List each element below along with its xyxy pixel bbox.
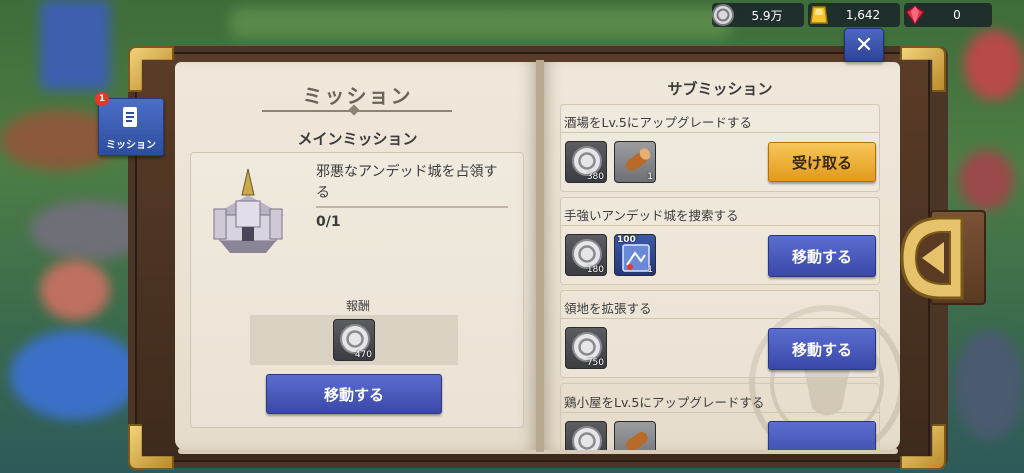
sub-mission-label: 領地を拡張する xyxy=(564,301,652,316)
main-mission-text: 邪悪なアンデッド城を占領する xyxy=(316,164,498,201)
map-reward-item[interactable]: 100 1 xyxy=(614,234,656,276)
background-decor xyxy=(230,8,730,38)
bookmark-label: ミッション xyxy=(106,140,156,151)
reward-count: 1 xyxy=(647,265,653,275)
reward-count: 1 xyxy=(647,172,653,182)
silver-reward-item[interactable]: 470 xyxy=(333,319,375,361)
card-divider xyxy=(560,412,880,413)
sub-mission-label: 酒場をLv.5にアップグレードする xyxy=(564,115,752,130)
sub-mission-heading: サブミッション xyxy=(667,80,773,98)
wood-log-icon xyxy=(625,431,648,450)
main-mission-heading: メインミッション xyxy=(297,130,418,148)
clasp-icon xyxy=(900,216,964,300)
background-decor xyxy=(40,0,110,90)
reward-count: 180 xyxy=(586,265,604,275)
go-button[interactable] xyxy=(768,421,876,450)
page-title: ミッション xyxy=(302,84,413,108)
silver-reward-item[interactable]: 380 xyxy=(565,141,607,183)
card-divider xyxy=(560,318,880,319)
reward-count: 380 xyxy=(586,172,604,182)
background-decor xyxy=(40,260,110,320)
reward-count: 470 xyxy=(354,350,372,360)
sub-mission-clip: 鶏小屋をLv.5にアップグレードする xyxy=(540,383,900,450)
wood-reward-item[interactable]: 1 xyxy=(614,141,656,183)
silver-reward-item[interactable]: 750 xyxy=(565,327,607,369)
silver-coin-icon xyxy=(572,426,602,450)
close-icon: ✕ xyxy=(854,32,874,58)
silver-resource[interactable]: 5.9万 xyxy=(712,3,804,27)
silver-coin-icon xyxy=(710,2,736,28)
item-level-badge: 100 xyxy=(617,235,636,245)
sub-mission-label: 鶏小屋をLv.5にアップグレードする xyxy=(564,395,765,410)
background-decor xyxy=(954,330,1024,440)
undead-castle-icon xyxy=(213,168,284,253)
background-decor xyxy=(964,30,1024,100)
silver-reward-item[interactable] xyxy=(565,421,607,450)
background-decor xyxy=(10,330,140,420)
mission-progress: 0/1 xyxy=(316,214,341,230)
title-divider xyxy=(262,110,452,112)
scroll-icon xyxy=(123,107,137,127)
go-button[interactable]: 移動する xyxy=(768,328,876,370)
close-button[interactable]: ✕ xyxy=(844,28,884,62)
claim-button[interactable]: 受け取る xyxy=(768,142,876,182)
gold-resource[interactable]: 1,642 xyxy=(808,3,900,27)
reward-label: 報酬 xyxy=(345,299,370,313)
card-divider xyxy=(560,132,880,133)
silver-reward-item[interactable]: 180 xyxy=(565,234,607,276)
gem-icon xyxy=(902,2,928,28)
notification-badge: 1 xyxy=(95,92,109,106)
mission-divider xyxy=(316,206,508,208)
gold-bar-icon xyxy=(806,2,832,28)
go-button[interactable]: 移動する xyxy=(768,235,876,277)
background-decor xyxy=(959,150,1014,210)
sub-mission-label: 手強いアンデッド城を捜索する xyxy=(564,208,739,223)
wood-reward-item[interactable] xyxy=(614,421,656,450)
reward-count: 750 xyxy=(586,358,604,368)
main-go-button[interactable]: 移動する xyxy=(266,374,442,414)
card-divider xyxy=(560,225,880,226)
gem-resource[interactable]: 0 xyxy=(904,3,992,27)
